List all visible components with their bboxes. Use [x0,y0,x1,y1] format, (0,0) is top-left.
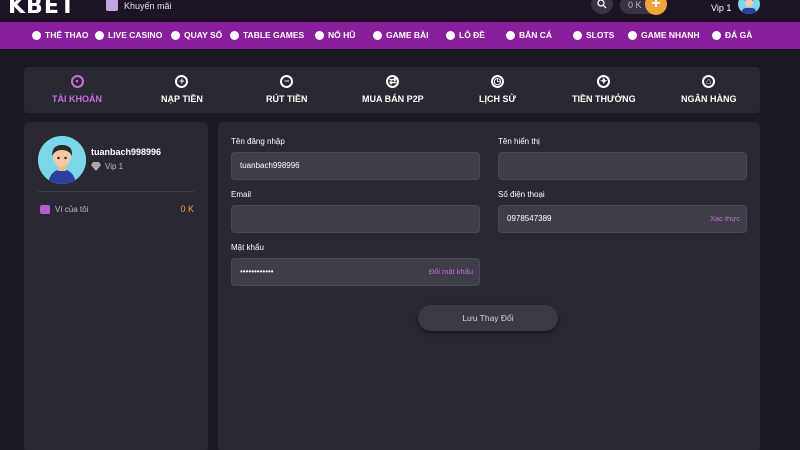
tab-tai-khoan[interactable]: • TÀI KHOẢN [52,75,102,104]
exchange-icon: ⇄ [386,75,400,88]
gift-icon: ✦ [597,75,611,88]
email-label: Email [231,190,252,199]
top-bar: KBET Khuyến mãi 0 K + Vip 1 [0,0,800,22]
verify-phone-link[interactable]: Xác thực [710,206,740,232]
cat-live-casino[interactable]: LIVE CASINO [95,30,162,40]
cat-the-thao[interactable]: THỂ THAO [32,30,88,40]
slot-seven-icon [315,30,324,40]
cat-slots[interactable]: SLOTS [573,30,614,40]
account-tabs: • TÀI KHOẢN + NẠP TIỀN − RÚT TIỀN ⇄ MUA … [24,67,760,113]
soccer-ball-icon [32,30,41,40]
logo[interactable]: KBET [8,0,76,19]
plus-circle-icon: + [175,75,189,88]
category-nav: THỂ THAO LIVE CASINO QUAY SỐ TABLE GAMES… [0,22,800,49]
minus-circle-icon: − [280,75,294,88]
cat-no-hu[interactable]: NỔ HŨ [315,30,355,40]
tab-tien-thuong[interactable]: ✦ TIỀN THƯỞNG [572,75,636,104]
cat-ban-ca[interactable]: BẮN CÁ [506,30,552,40]
profile-vip: Vip 1 [91,162,123,171]
user-icon: • [70,75,84,88]
tab-rut-tien[interactable]: − RÚT TIỀN [266,75,308,104]
search-icon [597,0,607,9]
diamond-icon [91,162,101,171]
password-field[interactable]: •••••••••••• Đổi mật khẩu [231,258,480,286]
username-label: Tên đăng nhập [231,137,285,146]
display-name-field[interactable] [498,152,747,180]
profile-panel: tuanbach998996 Vip 1 Ví của tôi 0 K [24,122,208,450]
tab-nap-tien[interactable]: + NẠP TIỀN [161,75,203,104]
tab-ngan-hang[interactable]: ⌂ NGÂN HÀNG [681,75,737,104]
rocket-icon [628,30,637,40]
lottery-ticket-icon [446,30,455,40]
wallet-label: Ví của tôi [55,204,89,214]
wallet-balance: 0 K [180,204,194,214]
user-avatar[interactable] [738,0,760,14]
table-games-icon [230,30,239,40]
cat-quay-so[interactable]: QUAY SỐ [171,30,222,40]
save-changes-button[interactable]: Lưu Thay Đổi [418,305,558,331]
profile-username: tuanbach998996 [91,147,162,157]
cat-da-ga[interactable]: ĐÁ GÀ [712,30,752,40]
fish-icon [506,30,515,40]
tab-lich-su[interactable]: ◷ LỊCH SỬ [479,75,516,104]
gift-box-icon [106,0,118,11]
promotions-label: Khuyến mãi [124,0,172,11]
cat-table-games[interactable]: TABLE GAMES [230,30,304,40]
clock-icon: ◷ [490,75,504,88]
divider [38,191,194,192]
phone-label: Số điện thoại [498,190,545,199]
cat-lo-de[interactable]: LÔ ĐỀ [446,30,485,40]
casino-chip-icon [95,30,104,40]
password-value: •••••••••••• [240,267,274,276]
change-password-link[interactable]: Đổi mật khẩu [429,259,473,285]
rooster-icon [712,30,721,40]
tab-mua-ban-p2p[interactable]: ⇄ MUA BÁN P2P [362,75,424,104]
slots-icon [573,30,582,40]
account-form: Tên đăng nhập tuanbach998996 Tên hiển th… [218,122,760,450]
lottery-wheel-icon [171,30,180,40]
playing-card-icon [373,30,382,40]
phone-value: 0978547389 [507,214,552,223]
cat-game-nhanh[interactable]: GAME NHANH [628,30,700,40]
wallet-icon [40,204,50,214]
display-name-label: Tên hiển thị [498,137,540,146]
search-button[interactable] [591,0,613,14]
avatar [38,136,86,184]
wallet-row[interactable]: Ví của tôi 0 K [40,204,194,214]
username-field[interactable]: tuanbach998996 [231,152,480,180]
bank-icon: ⌂ [702,75,716,88]
vip-level: Vip 1 [711,3,732,13]
password-label: Mật khẩu [231,243,264,252]
phone-field[interactable]: 0978547389 Xác thực [498,205,747,233]
email-field[interactable] [231,205,480,233]
cat-game-bai[interactable]: GAME BÀI [373,30,429,40]
promotions-link[interactable]: Khuyến mãi [106,0,172,11]
